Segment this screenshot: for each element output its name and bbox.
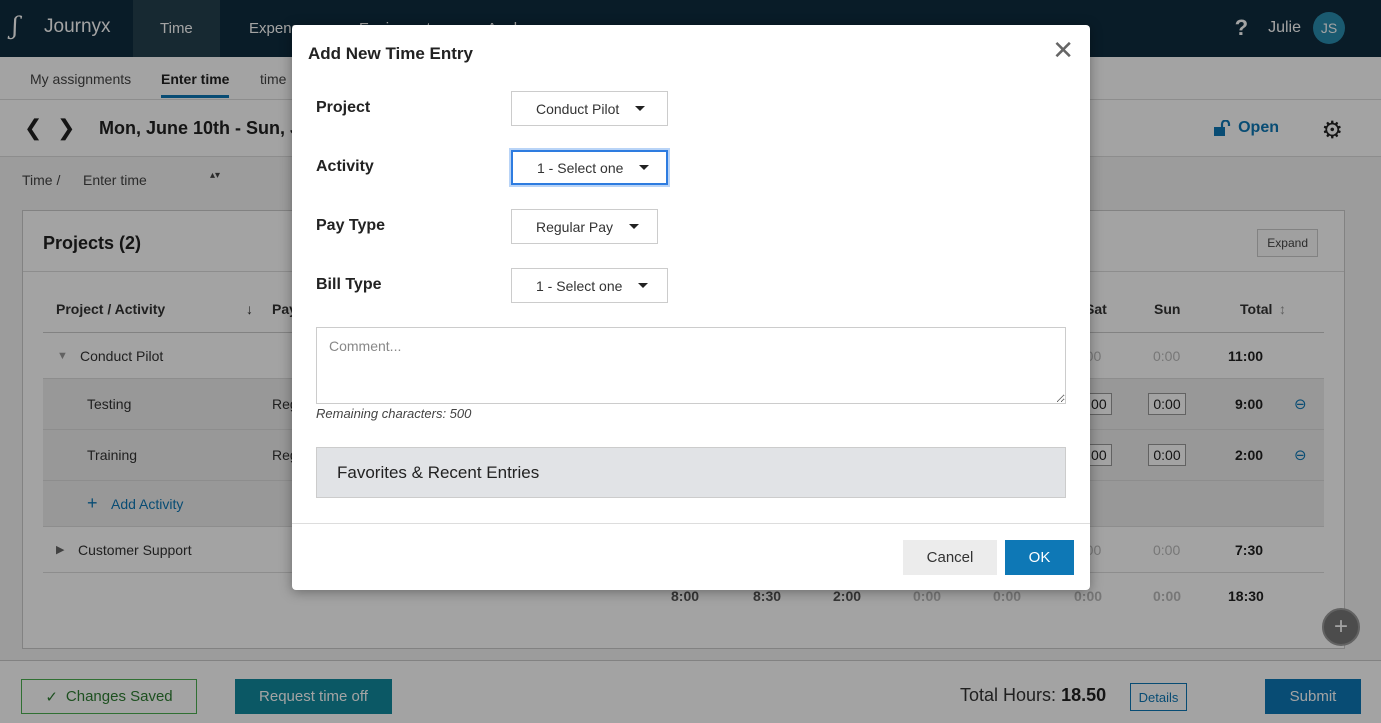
activity-value: 1 - Select one — [537, 159, 624, 176]
ok-button[interactable]: OK — [1005, 540, 1074, 575]
dialog-title: Add New Time Entry — [308, 44, 473, 63]
comment-field[interactable] — [316, 327, 1066, 404]
caret-down-icon — [629, 224, 640, 229]
bill-type-label: Bill Type — [316, 276, 382, 293]
cancel-button[interactable]: Cancel — [903, 540, 997, 575]
remaining-characters: Remaining characters: 500 — [316, 406, 472, 421]
close-icon[interactable]: ✕ — [1052, 37, 1074, 63]
caret-down-icon — [639, 165, 650, 170]
project-value: Conduct Pilot — [536, 100, 620, 117]
bill-type-value: 1 - Select one — [536, 277, 623, 294]
pay-type-dropdown[interactable]: Regular Pay — [511, 209, 658, 244]
project-dropdown[interactable]: Conduct Pilot — [511, 91, 668, 126]
pay-type-label: Pay Type — [316, 217, 386, 234]
caret-down-icon — [635, 106, 646, 111]
project-label: Project — [316, 99, 371, 116]
add-time-entry-dialog: Add New Time Entry ✕ Project Conduct Pil… — [292, 25, 1090, 590]
activity-label: Activity — [316, 158, 374, 175]
activity-dropdown[interactable]: 1 - Select one — [511, 150, 668, 185]
bill-type-dropdown[interactable]: 1 - Select one — [511, 268, 668, 303]
caret-down-icon — [638, 283, 649, 288]
pay-type-value: Regular Pay — [536, 218, 614, 235]
favorites-recent-entries[interactable]: Favorites & Recent Entries — [316, 447, 1066, 498]
dialog-footer-divider — [292, 523, 1090, 524]
